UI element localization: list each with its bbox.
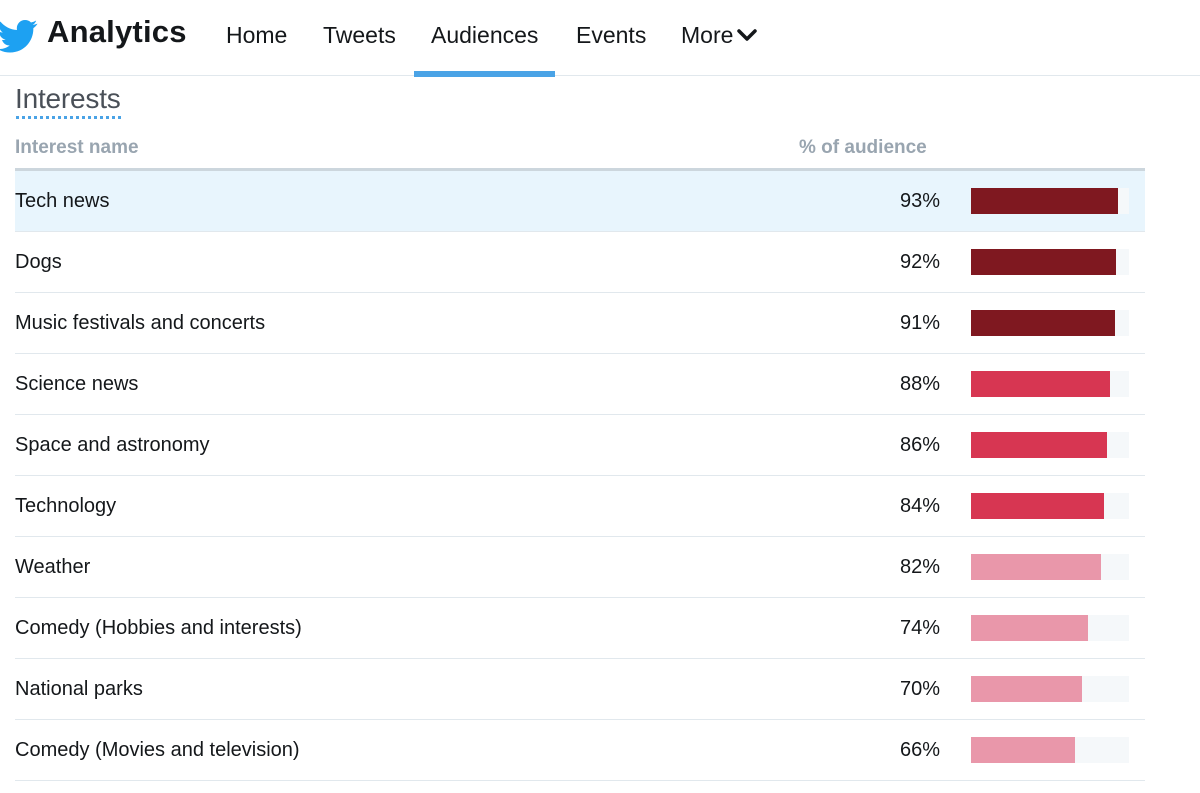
- table-row[interactable]: Tech news 93%: [15, 171, 1145, 232]
- interests-table: Tech news 93% Dogs 92% Music festivals a…: [15, 171, 1145, 781]
- interest-name: Technology: [15, 495, 117, 517]
- percent-bar-track: [971, 676, 1129, 702]
- section-title-interests[interactable]: Interests: [15, 83, 121, 115]
- percent-bar-fill: [971, 493, 1104, 519]
- percent-bar-track: [971, 432, 1129, 458]
- percent-bar-fill: [971, 676, 1082, 702]
- percent-bar-track: [971, 310, 1129, 336]
- percent-bar-track: [971, 371, 1129, 397]
- nav-more-label: More: [681, 22, 734, 48]
- audience-percent: 92%: [899, 251, 940, 273]
- table-row[interactable]: Music festivals and concerts 91%: [15, 293, 1145, 354]
- percent-bar-fill: [971, 615, 1088, 641]
- audience-percent: 70%: [899, 678, 940, 700]
- percent-bar-track: [971, 615, 1129, 641]
- table-row[interactable]: Space and astronomy 86%: [15, 415, 1145, 476]
- table-row[interactable]: Science news 88%: [15, 354, 1145, 415]
- audience-percent: 86%: [899, 434, 940, 456]
- interest-name: Tech news: [15, 190, 110, 212]
- section-title-underline: [16, 116, 121, 119]
- audience-percent: 91%: [899, 312, 940, 334]
- percent-bar-fill: [971, 310, 1115, 336]
- table-row[interactable]: Weather 82%: [15, 537, 1145, 598]
- table-row[interactable]: Dogs 92%: [15, 232, 1145, 293]
- nav-events[interactable]: Events: [576, 22, 646, 76]
- column-header-percent-audience: % of audience: [799, 137, 927, 158]
- percent-bar-fill: [971, 737, 1075, 763]
- nav-more-menu[interactable]: More: [681, 22, 758, 76]
- interest-name: Weather: [15, 556, 91, 578]
- nav-audiences[interactable]: Audiences: [413, 22, 556, 77]
- percent-bar-fill: [971, 432, 1107, 458]
- interest-name: Science news: [15, 373, 139, 395]
- audience-percent: 66%: [899, 739, 940, 761]
- percent-bar-track: [971, 737, 1129, 763]
- interest-name: Comedy (Movies and television): [15, 739, 300, 761]
- percent-bar-fill: [971, 249, 1116, 275]
- percent-bar-fill: [971, 188, 1118, 214]
- percent-bar-fill: [971, 371, 1110, 397]
- table-row[interactable]: Comedy (Hobbies and interests) 74%: [15, 598, 1145, 659]
- audience-percent: 93%: [899, 190, 940, 212]
- audience-percent: 74%: [899, 617, 940, 639]
- interest-name: Comedy (Hobbies and interests): [15, 617, 302, 639]
- interest-name: Space and astronomy: [15, 434, 210, 456]
- audience-percent: 82%: [899, 556, 940, 578]
- nav-home[interactable]: Home: [226, 22, 287, 76]
- percent-bar-track: [971, 249, 1129, 275]
- audience-percent: 84%: [899, 495, 940, 517]
- percent-bar-track: [971, 493, 1129, 519]
- percent-bar-fill: [971, 554, 1101, 580]
- interest-name: Dogs: [15, 251, 62, 273]
- top-navigation-bar: Analytics Home Tweets Audiences Events M…: [0, 0, 1200, 77]
- percent-bar-track: [971, 554, 1129, 580]
- percent-bar-track: [971, 188, 1129, 214]
- interest-name: Music festivals and concerts: [15, 312, 266, 334]
- column-header-interest-name: Interest name: [15, 137, 139, 158]
- app-brand-title[interactable]: Analytics: [47, 14, 187, 50]
- chevron-down-icon: [737, 22, 758, 49]
- twitter-bird-icon[interactable]: [0, 16, 38, 56]
- nav-tweets[interactable]: Tweets: [323, 22, 396, 76]
- audience-percent: 88%: [899, 373, 940, 395]
- interest-name: National parks: [15, 678, 143, 700]
- table-row[interactable]: Comedy (Movies and television) 66%: [15, 720, 1145, 781]
- table-row[interactable]: National parks 70%: [15, 659, 1145, 720]
- table-row[interactable]: Technology 84%: [15, 476, 1145, 537]
